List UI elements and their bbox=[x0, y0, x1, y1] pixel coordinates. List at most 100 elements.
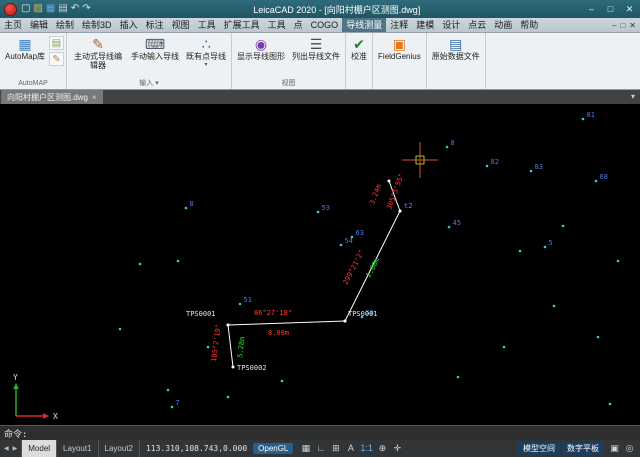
annotation-scale-button[interactable]: 1:1 bbox=[360, 441, 373, 456]
eye-icon: ◉ bbox=[255, 35, 267, 53]
digitizer-button[interactable]: 数字平板 bbox=[562, 442, 604, 455]
layout-tab-layout1[interactable]: Layout1 bbox=[57, 440, 98, 457]
active-traverse-editor-button[interactable]: ✎主动式导线编辑器 bbox=[69, 34, 127, 79]
fieldgenius-button[interactable]: ▣FieldGenius bbox=[375, 34, 424, 79]
list-traverse-file-button-label: 列出导线文件 bbox=[292, 53, 340, 62]
svg-text:8: 8 bbox=[190, 200, 194, 208]
open-button[interactable]: ▨ bbox=[33, 3, 42, 15]
fieldgenius-icon: ▣ bbox=[393, 35, 406, 53]
layout-tab-next-button[interactable]: ▶ bbox=[12, 445, 19, 452]
tab-tools-2[interactable]: 工具 bbox=[264, 18, 290, 32]
svg-text:5.28m: 5.28m bbox=[236, 336, 247, 358]
ribbon-tabs: 主页编辑绘制绘制3D插入标注视图工具扩展工具工具点COGO导线测量注释建模设计点… bbox=[0, 18, 542, 32]
show-traverse-graphics-button-label: 显示导线图形 bbox=[237, 53, 285, 62]
redo-button[interactable]: ↷ bbox=[82, 3, 90, 15]
automap-library-button[interactable]: ▦AutoMap库 bbox=[2, 34, 48, 79]
layout-tab-model[interactable]: Model bbox=[22, 440, 57, 457]
svg-text:TPS0002: TPS0002 bbox=[237, 364, 267, 372]
tab-annotate[interactable]: 注释 bbox=[386, 18, 412, 32]
traverse-editor-icon: ✎ bbox=[92, 35, 104, 53]
list-icon: ☰ bbox=[310, 35, 323, 53]
doc-close-button[interactable]: ✕ bbox=[629, 18, 636, 33]
tab-cogo[interactable]: COGO bbox=[307, 18, 343, 32]
opengl-button[interactable]: OpenGL bbox=[253, 443, 293, 454]
tab-dimension[interactable]: 标注 bbox=[142, 18, 168, 32]
status-bar: ◀▶ ModelLayout1Layout2 113.310,108.743,0… bbox=[0, 440, 640, 457]
svg-text:299°21'2": 299°21'2" bbox=[342, 248, 366, 285]
tab-edit[interactable]: 编辑 bbox=[26, 18, 52, 32]
minimize-button[interactable]: – bbox=[583, 2, 600, 16]
manual-input-traverse-button[interactable]: ⌨手动输入导线 bbox=[128, 34, 182, 79]
svg-text:81: 81 bbox=[587, 111, 595, 119]
ribbon-group-view-label: 视图 bbox=[234, 79, 343, 89]
save-button[interactable]: ▦ bbox=[46, 3, 55, 15]
undo-button[interactable]: ↶ bbox=[71, 3, 79, 15]
tab-home[interactable]: 主页 bbox=[0, 18, 26, 32]
tab-animation[interactable]: 动画 bbox=[490, 18, 516, 32]
calibrate-button[interactable]: ✔校准 bbox=[348, 34, 370, 79]
tab-list-dropdown-icon[interactable]: ▾ bbox=[631, 90, 640, 104]
automap-edit-button[interactable]: ✎ bbox=[49, 52, 64, 66]
tab-design[interactable]: 设计 bbox=[438, 18, 464, 32]
performance-button[interactable]: ◎ bbox=[624, 441, 635, 456]
keyboard-icon: ⌨ bbox=[145, 35, 165, 53]
window-controls: – □ ✕ bbox=[583, 2, 638, 16]
check-icon: ✔ bbox=[353, 35, 365, 53]
space-buttons: 模型空间数字平板 bbox=[518, 442, 604, 455]
document-tab[interactable]: 向阳村棚户区测图.dwg × bbox=[1, 90, 103, 104]
raw-data-file-button[interactable]: ▤原始数据文件 bbox=[429, 34, 483, 79]
tab-express-tools[interactable]: 扩展工具 bbox=[220, 18, 264, 32]
tab-tools[interactable]: 工具 bbox=[194, 18, 220, 32]
new-button[interactable]: ▢ bbox=[21, 3, 30, 15]
ribbon-group-automap: ▦AutoMap库▤✎AutoMAP bbox=[0, 33, 67, 89]
list-traverse-file-button[interactable]: ☰列出导线文件 bbox=[289, 34, 343, 79]
application-window: ▢▨▦▤↶↷ LeicaCAD 2020 - [向阳村棚户区测图.dwg] – … bbox=[0, 0, 640, 457]
doc-minimize-button[interactable]: – bbox=[612, 18, 616, 33]
ribbon-group-fieldgenius: ▣FieldGenius bbox=[373, 33, 427, 89]
tab-modeling[interactable]: 建模 bbox=[412, 18, 438, 32]
tab-pointcloud[interactable]: 点云 bbox=[464, 18, 490, 32]
canvas-drawing: 818828368553845635458517TPS0001TPS0001TP… bbox=[0, 104, 640, 425]
ribbon-tab-bar: 主页编辑绘制绘制3D插入标注视图工具扩展工具工具点COGO导线测量注释建模设计点… bbox=[0, 18, 640, 33]
tab-view[interactable]: 视图 bbox=[168, 18, 194, 32]
tab-insert[interactable]: 插入 bbox=[116, 18, 142, 32]
command-prompt: 命令: bbox=[4, 427, 27, 440]
dropdown-arrow-icon: ▾ bbox=[205, 62, 208, 68]
app-logo-icon[interactable] bbox=[4, 3, 17, 16]
layout-tabs: ModelLayout1Layout2 bbox=[22, 440, 140, 457]
svg-text:45: 45 bbox=[453, 219, 461, 227]
tab-draw[interactable]: 绘制 bbox=[52, 18, 78, 32]
layout-tab-prev-button[interactable]: ◀ bbox=[3, 445, 10, 452]
automap-settings-button[interactable]: ▤ bbox=[49, 36, 64, 50]
maximize-button[interactable]: □ bbox=[602, 2, 619, 16]
drawing-canvas[interactable]: 818828368553845635458517TPS0001TPS0001TP… bbox=[0, 104, 640, 425]
doc-restore-button[interactable]: □ bbox=[620, 18, 625, 33]
ortho-toggle[interactable]: ∟ bbox=[315, 441, 326, 456]
tab-draw3d[interactable]: 绘制3D bbox=[78, 18, 116, 32]
tab-help[interactable]: 帮助 bbox=[516, 18, 542, 32]
svg-text:68: 68 bbox=[600, 173, 608, 181]
annotation-toggle[interactable]: A bbox=[345, 441, 356, 456]
clean-screen-button[interactable]: ▣ bbox=[609, 441, 620, 456]
model-space-button[interactable]: 模型空间 bbox=[518, 442, 560, 455]
autoscale-toggle[interactable]: ⊕ bbox=[377, 441, 388, 456]
tab-traverse[interactable]: 导线测量 bbox=[342, 18, 386, 32]
document-tab-close-icon[interactable]: × bbox=[92, 93, 97, 102]
svg-text:83: 83 bbox=[535, 163, 543, 171]
svg-text:TPS0001: TPS0001 bbox=[186, 310, 216, 318]
status-toggles: ▦ ∟ ⊞ A 1:1 ⊕ ✛ bbox=[300, 441, 403, 456]
print-button[interactable]: ▤ bbox=[58, 3, 67, 15]
tab-points[interactable]: 点 bbox=[290, 18, 307, 32]
crosshair-toggle[interactable]: ✛ bbox=[392, 441, 403, 456]
layout-tab-layout2[interactable]: Layout2 bbox=[99, 440, 140, 457]
svg-text:Y: Y bbox=[13, 373, 18, 382]
show-traverse-graphics-button[interactable]: ◉显示导线图形 bbox=[234, 34, 288, 79]
grid-toggle[interactable]: ▦ bbox=[300, 441, 311, 456]
command-line-bar[interactable]: 命令: bbox=[0, 425, 640, 440]
close-button[interactable]: ✕ bbox=[621, 2, 638, 16]
svg-text:8.00m: 8.00m bbox=[268, 329, 289, 337]
existing-points-traverse-button[interactable]: ∴既有点导线▾ bbox=[183, 34, 229, 79]
svg-text:63: 63 bbox=[356, 229, 364, 237]
document-tab-bar: 向阳村棚户区测图.dwg × ▾ bbox=[0, 90, 640, 104]
osnap-toggle[interactable]: ⊞ bbox=[330, 441, 341, 456]
